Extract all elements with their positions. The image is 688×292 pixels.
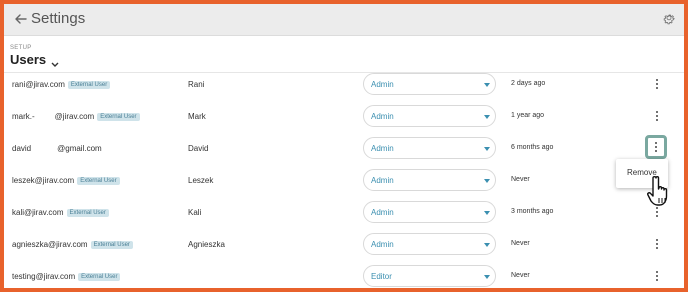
hand-pointer-icon [646, 174, 676, 208]
email-text: kali@jirav.com [12, 208, 64, 217]
external-user-badge: External User [77, 177, 120, 185]
table-row: testing@jirav.com External User Editor Ne… [4, 260, 684, 288]
last-active: Never [511, 272, 530, 279]
chevron-down-icon[interactable] [50, 56, 60, 67]
table-row: kali@jirav.com External User Kali Admin 3… [4, 196, 684, 228]
role-value: Editor [371, 272, 392, 281]
last-active: 3 months ago [511, 208, 554, 215]
gear-icon[interactable] [662, 12, 676, 26]
table-row: leszek@jirav.com External User Leszek Adm… [4, 164, 684, 196]
table-row: david @gmail.com David Admin 6 months ago [4, 132, 684, 164]
role-select[interactable]: Admin [363, 105, 496, 127]
section-label: SETUP [10, 45, 32, 51]
user-name: Leszek [188, 176, 214, 185]
more-vertical-icon[interactable] [645, 135, 667, 159]
more-vertical-icon[interactable] [650, 76, 664, 92]
email-text: leszek@jirav.com [12, 176, 75, 185]
user-email: rani@jirav.com External User [12, 80, 111, 89]
role-select[interactable]: Admin [363, 137, 496, 159]
external-user-badge: External User [66, 209, 109, 217]
app-window: Settings SETUP Users rani@jirav.com Exter… [4, 4, 684, 288]
last-active: Never [511, 176, 530, 183]
role-select[interactable]: Editor [363, 265, 496, 287]
more-vertical-icon[interactable] [650, 236, 664, 252]
more-vertical-icon[interactable] [650, 108, 664, 124]
last-active: Never [511, 240, 530, 247]
user-email: testing@jirav.com External User [12, 272, 121, 281]
last-active: 1 year ago [511, 112, 545, 119]
user-name: David [188, 144, 209, 153]
last-active: 6 months ago [511, 144, 554, 151]
email-domain: @jirav.com [54, 112, 95, 121]
dropdown-caret-icon [484, 243, 490, 247]
email-text: testing@jirav.com [12, 272, 76, 281]
email-domain: @gmail.com [57, 144, 102, 153]
top-bar: Settings [4, 4, 684, 36]
external-user-badge: External User [90, 241, 133, 249]
table-row: rani@jirav.com External User Rani Admin 2… [4, 68, 684, 100]
external-user-badge: External User [97, 113, 140, 121]
dropdown-caret-icon [484, 179, 490, 183]
user-name: Rani [188, 80, 205, 89]
more-vertical-icon[interactable] [650, 268, 664, 284]
email-text: david [12, 144, 32, 153]
dropdown-caret-icon [484, 83, 490, 87]
external-user-badge: External User [67, 81, 111, 89]
dropdown-caret-icon [484, 211, 490, 215]
page-title: Users [10, 52, 47, 67]
role-value: Admin [371, 240, 394, 249]
user-name: Agnieszka [188, 240, 225, 249]
role-select[interactable]: Admin [363, 201, 496, 223]
user-email: agnieszka@jirav.com External User [12, 240, 133, 249]
email-text: rani@jirav.com [12, 80, 65, 89]
user-name: Kali [188, 208, 202, 217]
role-select[interactable]: Admin [363, 233, 496, 255]
dropdown-caret-icon [484, 147, 490, 151]
app-title: Settings [31, 10, 86, 27]
role-select[interactable]: Admin [363, 73, 496, 95]
table-row: agnieszka@jirav.com External User Agniesz… [4, 228, 684, 260]
dropdown-caret-icon [484, 115, 490, 119]
role-value: Admin [371, 176, 394, 185]
user-email: leszek@jirav.com External User [12, 176, 120, 185]
dropdown-caret-icon [484, 275, 490, 279]
role-value: Admin [371, 144, 394, 153]
role-select[interactable]: Admin [363, 169, 496, 191]
role-value: Admin [371, 208, 394, 217]
back-arrow-icon[interactable] [12, 10, 30, 28]
email-text: mark.- [12, 112, 35, 121]
external-user-badge: External User [78, 273, 121, 281]
role-value: Admin [371, 112, 394, 121]
user-email: david @gmail.com [12, 144, 102, 153]
table-row: mark.- @jirav.com External User Mark Admin… [4, 100, 684, 132]
role-value: Admin [371, 80, 394, 89]
last-active: 2 days ago [511, 80, 546, 87]
user-email: kali@jirav.com External User [12, 208, 109, 217]
user-name: Mark [188, 112, 206, 121]
email-text: agnieszka@jirav.com [12, 240, 88, 249]
user-email: mark.- @jirav.com External User [12, 112, 140, 121]
